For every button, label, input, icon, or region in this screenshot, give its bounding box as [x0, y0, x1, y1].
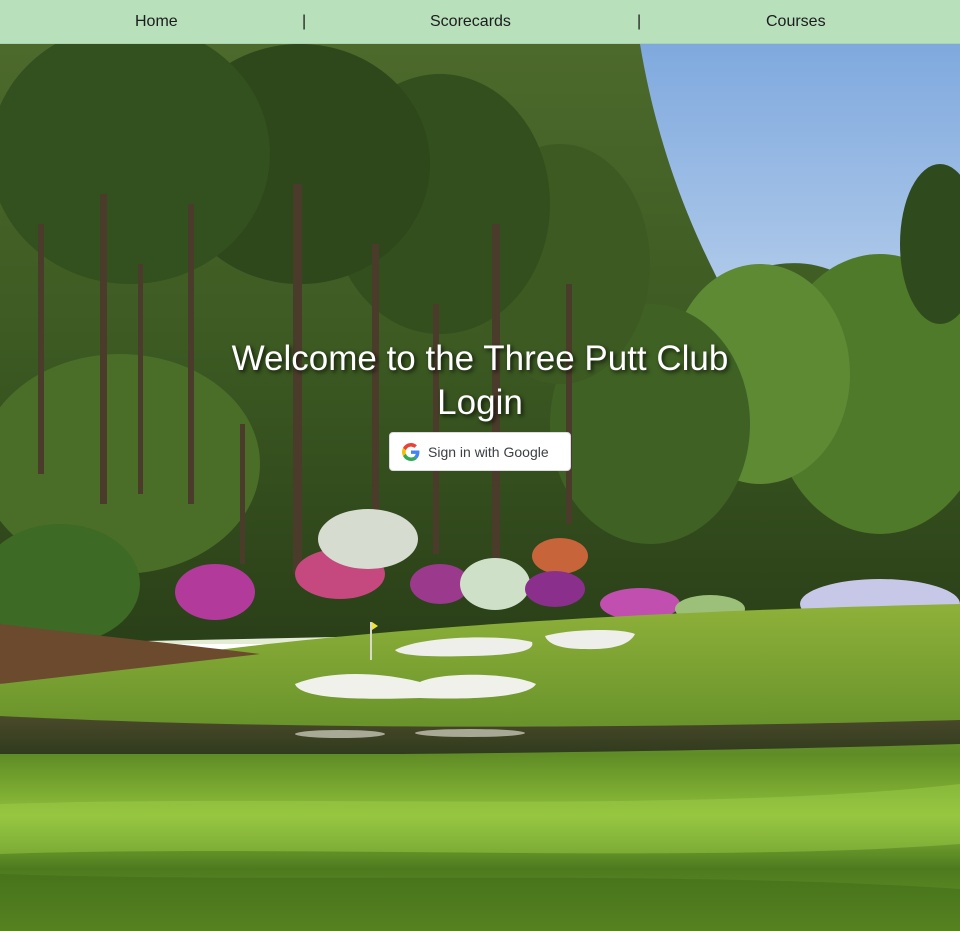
hero-section: Welcome to the Three Putt Club Login Sig… [0, 44, 960, 931]
nav-scorecards-link[interactable]: Scorecards [430, 0, 511, 44]
google-logo-icon [402, 442, 420, 461]
google-sign-in-button[interactable]: Sign in with Google [389, 432, 571, 471]
welcome-title: Welcome to the Three Putt Club [231, 339, 729, 378]
nav-separator: | [302, 13, 307, 30]
nav-home-link[interactable]: Home [135, 0, 178, 44]
top-navbar: Home | Scorecards | Courses [0, 0, 960, 44]
nav-courses-link[interactable]: Courses [766, 0, 826, 44]
google-sign-in-label: Sign in with Google [428, 443, 549, 460]
nav-separator: | [637, 13, 642, 30]
login-heading: Login [437, 383, 523, 422]
golf-course-background-image [0, 44, 960, 931]
